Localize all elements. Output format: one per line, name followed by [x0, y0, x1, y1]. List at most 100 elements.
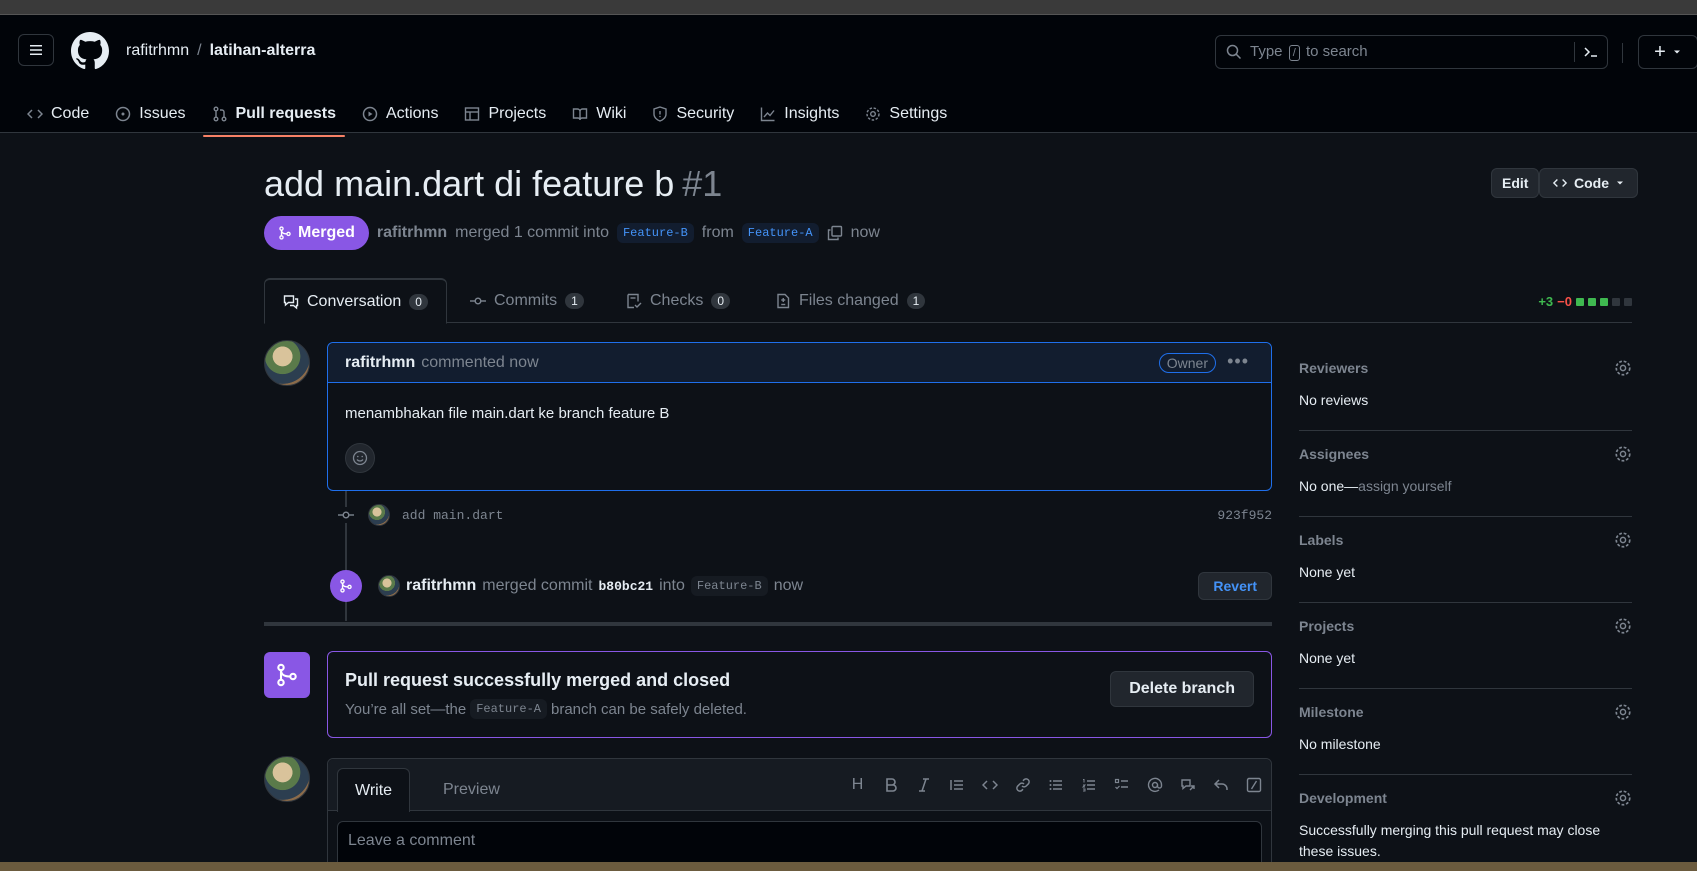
sidebar-value: None yet	[1299, 650, 1356, 666]
merge-branch[interactable]: Feature-B	[690, 576, 768, 596]
tab-settings[interactable]: Settings	[856, 95, 956, 133]
tab-files-changed[interactable]: Files changed 1	[757, 278, 943, 323]
code-icon[interactable]	[978, 773, 1001, 797]
assign-yourself-link[interactable]: assign yourself	[1358, 478, 1451, 494]
comment-header: rafitrhmn commented now	[328, 343, 1271, 383]
avatar[interactable]	[378, 575, 400, 597]
ordered-list-icon[interactable]	[1077, 773, 1100, 797]
avatar[interactable]	[264, 340, 310, 386]
tab-label: Pull requests	[235, 105, 336, 122]
avatar[interactable]	[264, 756, 310, 802]
gear-icon[interactable]	[1614, 617, 1632, 638]
base-branch[interactable]: Feature-B	[616, 223, 694, 243]
search-slash-key: /	[1288, 45, 1300, 61]
repo-link[interactable]: latihan-alterra	[210, 42, 316, 60]
gear-icon[interactable]	[1614, 359, 1632, 380]
window-bottom-strip	[0, 862, 1697, 871]
avatar[interactable]	[368, 504, 390, 526]
merged-branch[interactable]: Feature-A	[470, 699, 547, 719]
bold-icon[interactable]	[879, 773, 902, 797]
heading-icon[interactable]: H	[846, 773, 869, 797]
merge-user[interactable]: rafitrhmn	[406, 577, 476, 595]
menu-button[interactable]	[18, 34, 54, 66]
commit-sha[interactable]: 923f952	[1217, 508, 1272, 523]
mention-icon[interactable]	[1143, 773, 1166, 797]
pr-number: #1	[682, 163, 723, 204]
revert-button[interactable]: Revert	[1198, 572, 1272, 600]
sidebar-milestone: Milestone No milestone	[1299, 689, 1632, 775]
commit-icon	[470, 293, 486, 309]
cross-reference-icon[interactable]	[1176, 773, 1199, 797]
reply-icon[interactable]	[1209, 773, 1232, 797]
add-reaction-button[interactable]	[345, 443, 375, 473]
merge-text: merged commit	[482, 577, 593, 594]
pr-author-link[interactable]: rafitrhmn	[377, 224, 447, 242]
tab-label: Commits	[494, 291, 558, 309]
italic-icon[interactable]	[912, 773, 935, 797]
gear-icon[interactable]	[1614, 789, 1632, 810]
hamburger-icon	[28, 42, 44, 58]
sidebar-value: None yet	[1299, 564, 1356, 580]
merge-sha[interactable]: b80bc21	[598, 579, 653, 594]
gear-icon[interactable]	[1614, 445, 1632, 466]
head-branch[interactable]: Feature-A	[741, 223, 819, 243]
code-dropdown-button[interactable]: Code	[1539, 168, 1638, 198]
tab-checks[interactable]: Checks 0	[608, 278, 748, 323]
search-input[interactable]: Type / to search	[1215, 35, 1608, 69]
edit-button[interactable]: Edit	[1491, 168, 1540, 198]
merge-time: now	[773, 577, 804, 594]
tab-label: Settings	[889, 105, 948, 122]
sidebar-heading[interactable]: Development	[1299, 790, 1632, 806]
sidebar-heading[interactable]: Milestone	[1299, 704, 1632, 720]
sidebar-heading[interactable]: Assignees	[1299, 446, 1632, 462]
tab-preview[interactable]: Preview	[426, 768, 517, 812]
copy-icon[interactable]	[827, 225, 843, 241]
tab-pull-requests[interactable]: Pull requests	[202, 95, 346, 137]
diffstat-block	[1624, 297, 1632, 306]
checklist-icon	[626, 293, 642, 309]
tab-projects[interactable]: Projects	[455, 95, 555, 133]
owner-link[interactable]: rafitrhmn	[126, 42, 189, 60]
github-logo-icon[interactable]	[71, 32, 109, 70]
task-list-icon[interactable]	[1110, 773, 1133, 797]
commit-message[interactable]: add main.dart	[402, 508, 503, 523]
plus-icon: +	[1654, 40, 1666, 63]
tab-write[interactable]: Write	[337, 768, 411, 812]
search-icon	[1226, 44, 1242, 60]
gear-icon[interactable]	[1614, 703, 1632, 724]
tab-code[interactable]: Code	[18, 95, 98, 133]
unordered-list-icon[interactable]	[1044, 773, 1067, 797]
delete-branch-button[interactable]: Delete branch	[1110, 671, 1254, 707]
sidebar-heading[interactable]: Reviewers	[1299, 360, 1632, 376]
create-new-button[interactable]: +	[1638, 35, 1697, 69]
comment-timestamp: commented now	[421, 353, 539, 371]
comment-box: rafitrhmn commented now Owner ••• menamb…	[327, 342, 1272, 491]
link-icon[interactable]	[1011, 773, 1034, 797]
sidebar-projects: Projects None yet	[1299, 603, 1632, 689]
merge-icon	[275, 662, 299, 688]
slash-command-icon[interactable]	[1242, 773, 1265, 797]
sidebar-heading[interactable]: Labels	[1299, 532, 1632, 548]
merged-text: merged 1 commit into	[455, 224, 609, 241]
kebab-icon[interactable]: •••	[1227, 351, 1249, 372]
assignees-value: No one—	[1299, 478, 1359, 494]
sidebar-value: No reviews	[1299, 392, 1369, 408]
tab-issues[interactable]: Issues	[106, 95, 194, 133]
tab-label: Insights	[784, 105, 840, 122]
tab-insights[interactable]: Insights	[751, 95, 848, 133]
comment-author[interactable]: rafitrhmn	[345, 354, 415, 372]
tab-actions[interactable]: Actions	[353, 95, 447, 133]
tab-security[interactable]: Security	[643, 95, 743, 133]
gear-icon	[865, 106, 881, 122]
merged-box: Pull request successfully merged and clo…	[327, 651, 1272, 738]
gear-icon[interactable]	[1614, 531, 1632, 552]
command-palette-icon[interactable]	[1574, 42, 1599, 62]
tab-wiki[interactable]: Wiki	[563, 95, 635, 133]
tab-conversation[interactable]: Conversation 0	[264, 278, 447, 324]
sidebar-development: Development Successfully merging this pu…	[1299, 775, 1632, 861]
merge-event: rafitrhmn merged commit b80bc21 into Fea…	[330, 570, 1272, 602]
sidebar-heading[interactable]: Projects	[1299, 618, 1632, 634]
global-header: rafitrhmn / latihan-alterra Type / to se…	[0, 15, 1697, 137]
tab-commits[interactable]: Commits 1	[452, 278, 602, 323]
quote-icon[interactable]	[945, 773, 968, 797]
